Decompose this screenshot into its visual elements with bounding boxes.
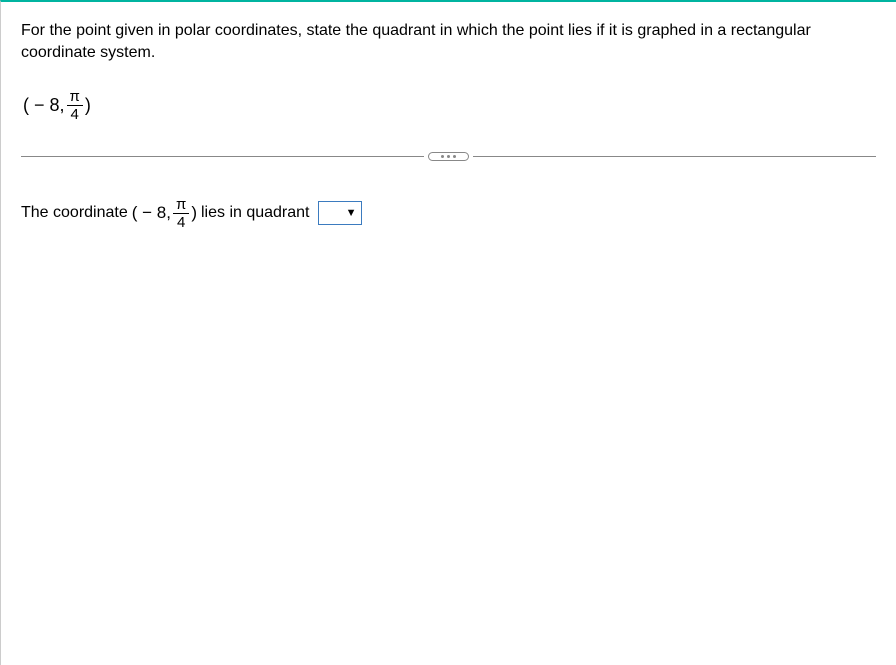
polar-coordinate-display: ( − 8, π 4 ) xyxy=(23,89,91,122)
question-prompt: For the point given in polar coordinates… xyxy=(21,20,876,65)
answer-coord-suffix: ) xyxy=(191,203,197,223)
section-divider xyxy=(21,152,876,161)
coord-prefix: ( − 8, xyxy=(23,95,65,116)
answer-statement: The coordinate ( − 8, π 4 ) lies in quad… xyxy=(21,197,876,230)
expand-button[interactable] xyxy=(428,152,469,161)
answer-text-before: The coordinate xyxy=(21,204,128,222)
dot-icon xyxy=(441,155,444,158)
answer-coord-fraction: π 4 xyxy=(173,197,189,230)
coord-fraction: π 4 xyxy=(67,89,83,122)
dot-icon xyxy=(453,155,456,158)
divider-line-right xyxy=(473,156,876,157)
chevron-down-icon: ▼ xyxy=(346,207,357,219)
answer-text-after: lies in quadrant xyxy=(201,204,310,222)
answer-fraction-denominator: 4 xyxy=(174,214,188,230)
quadrant-dropdown[interactable]: ▼ xyxy=(318,201,362,225)
answer-coordinate: ( − 8, π 4 ) xyxy=(132,197,197,230)
fraction-denominator: 4 xyxy=(68,106,82,122)
answer-coord-prefix: ( − 8, xyxy=(132,203,171,223)
answer-fraction-numerator: π xyxy=(173,197,189,214)
divider-line-left xyxy=(21,156,424,157)
dot-icon xyxy=(447,155,450,158)
question-container: For the point given in polar coordinates… xyxy=(1,2,896,248)
fraction-numerator: π xyxy=(67,89,83,106)
coord-suffix: ) xyxy=(85,95,91,116)
